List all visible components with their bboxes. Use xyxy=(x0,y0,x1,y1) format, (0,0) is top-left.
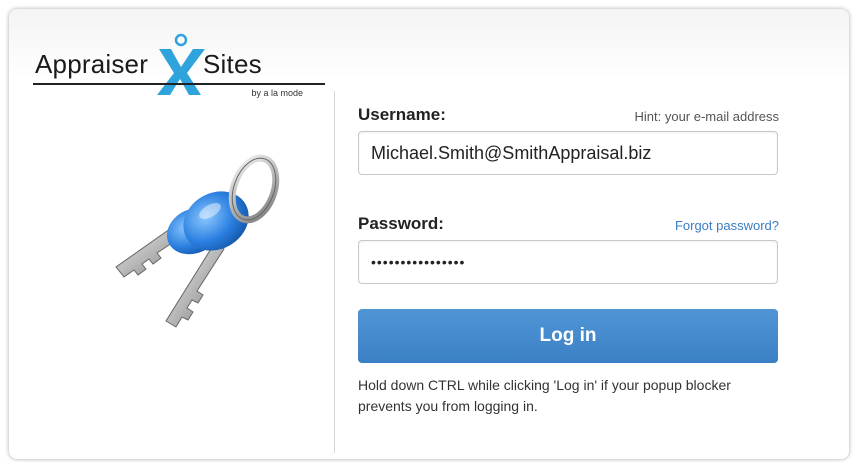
username-label: Username: xyxy=(358,105,446,124)
keys-icon xyxy=(115,154,280,328)
password-input[interactable] xyxy=(358,240,778,284)
logo-word-sites: Sites xyxy=(203,49,262,79)
password-label: Password: xyxy=(358,214,444,233)
appraiserx-sites-logo: Appraiser Sites by a la mode xyxy=(33,31,325,101)
forgot-password-link[interactable]: Forgot password? xyxy=(569,218,779,233)
logo-x-mark-icon xyxy=(157,33,205,95)
login-panel: Appraiser Sites by a la mode Username: H… xyxy=(9,9,849,459)
logo-word-appraiser: Appraiser xyxy=(35,49,149,79)
logo-underline xyxy=(33,83,325,85)
logo-byline: by a la mode xyxy=(251,88,303,98)
popup-blocker-note: Hold down CTRL while clicking 'Log in' i… xyxy=(358,377,731,414)
username-input[interactable] xyxy=(358,131,778,175)
login-button[interactable]: Log in xyxy=(358,309,778,363)
username-hint: Hint: your e-mail address xyxy=(634,109,780,124)
column-divider xyxy=(334,91,335,453)
